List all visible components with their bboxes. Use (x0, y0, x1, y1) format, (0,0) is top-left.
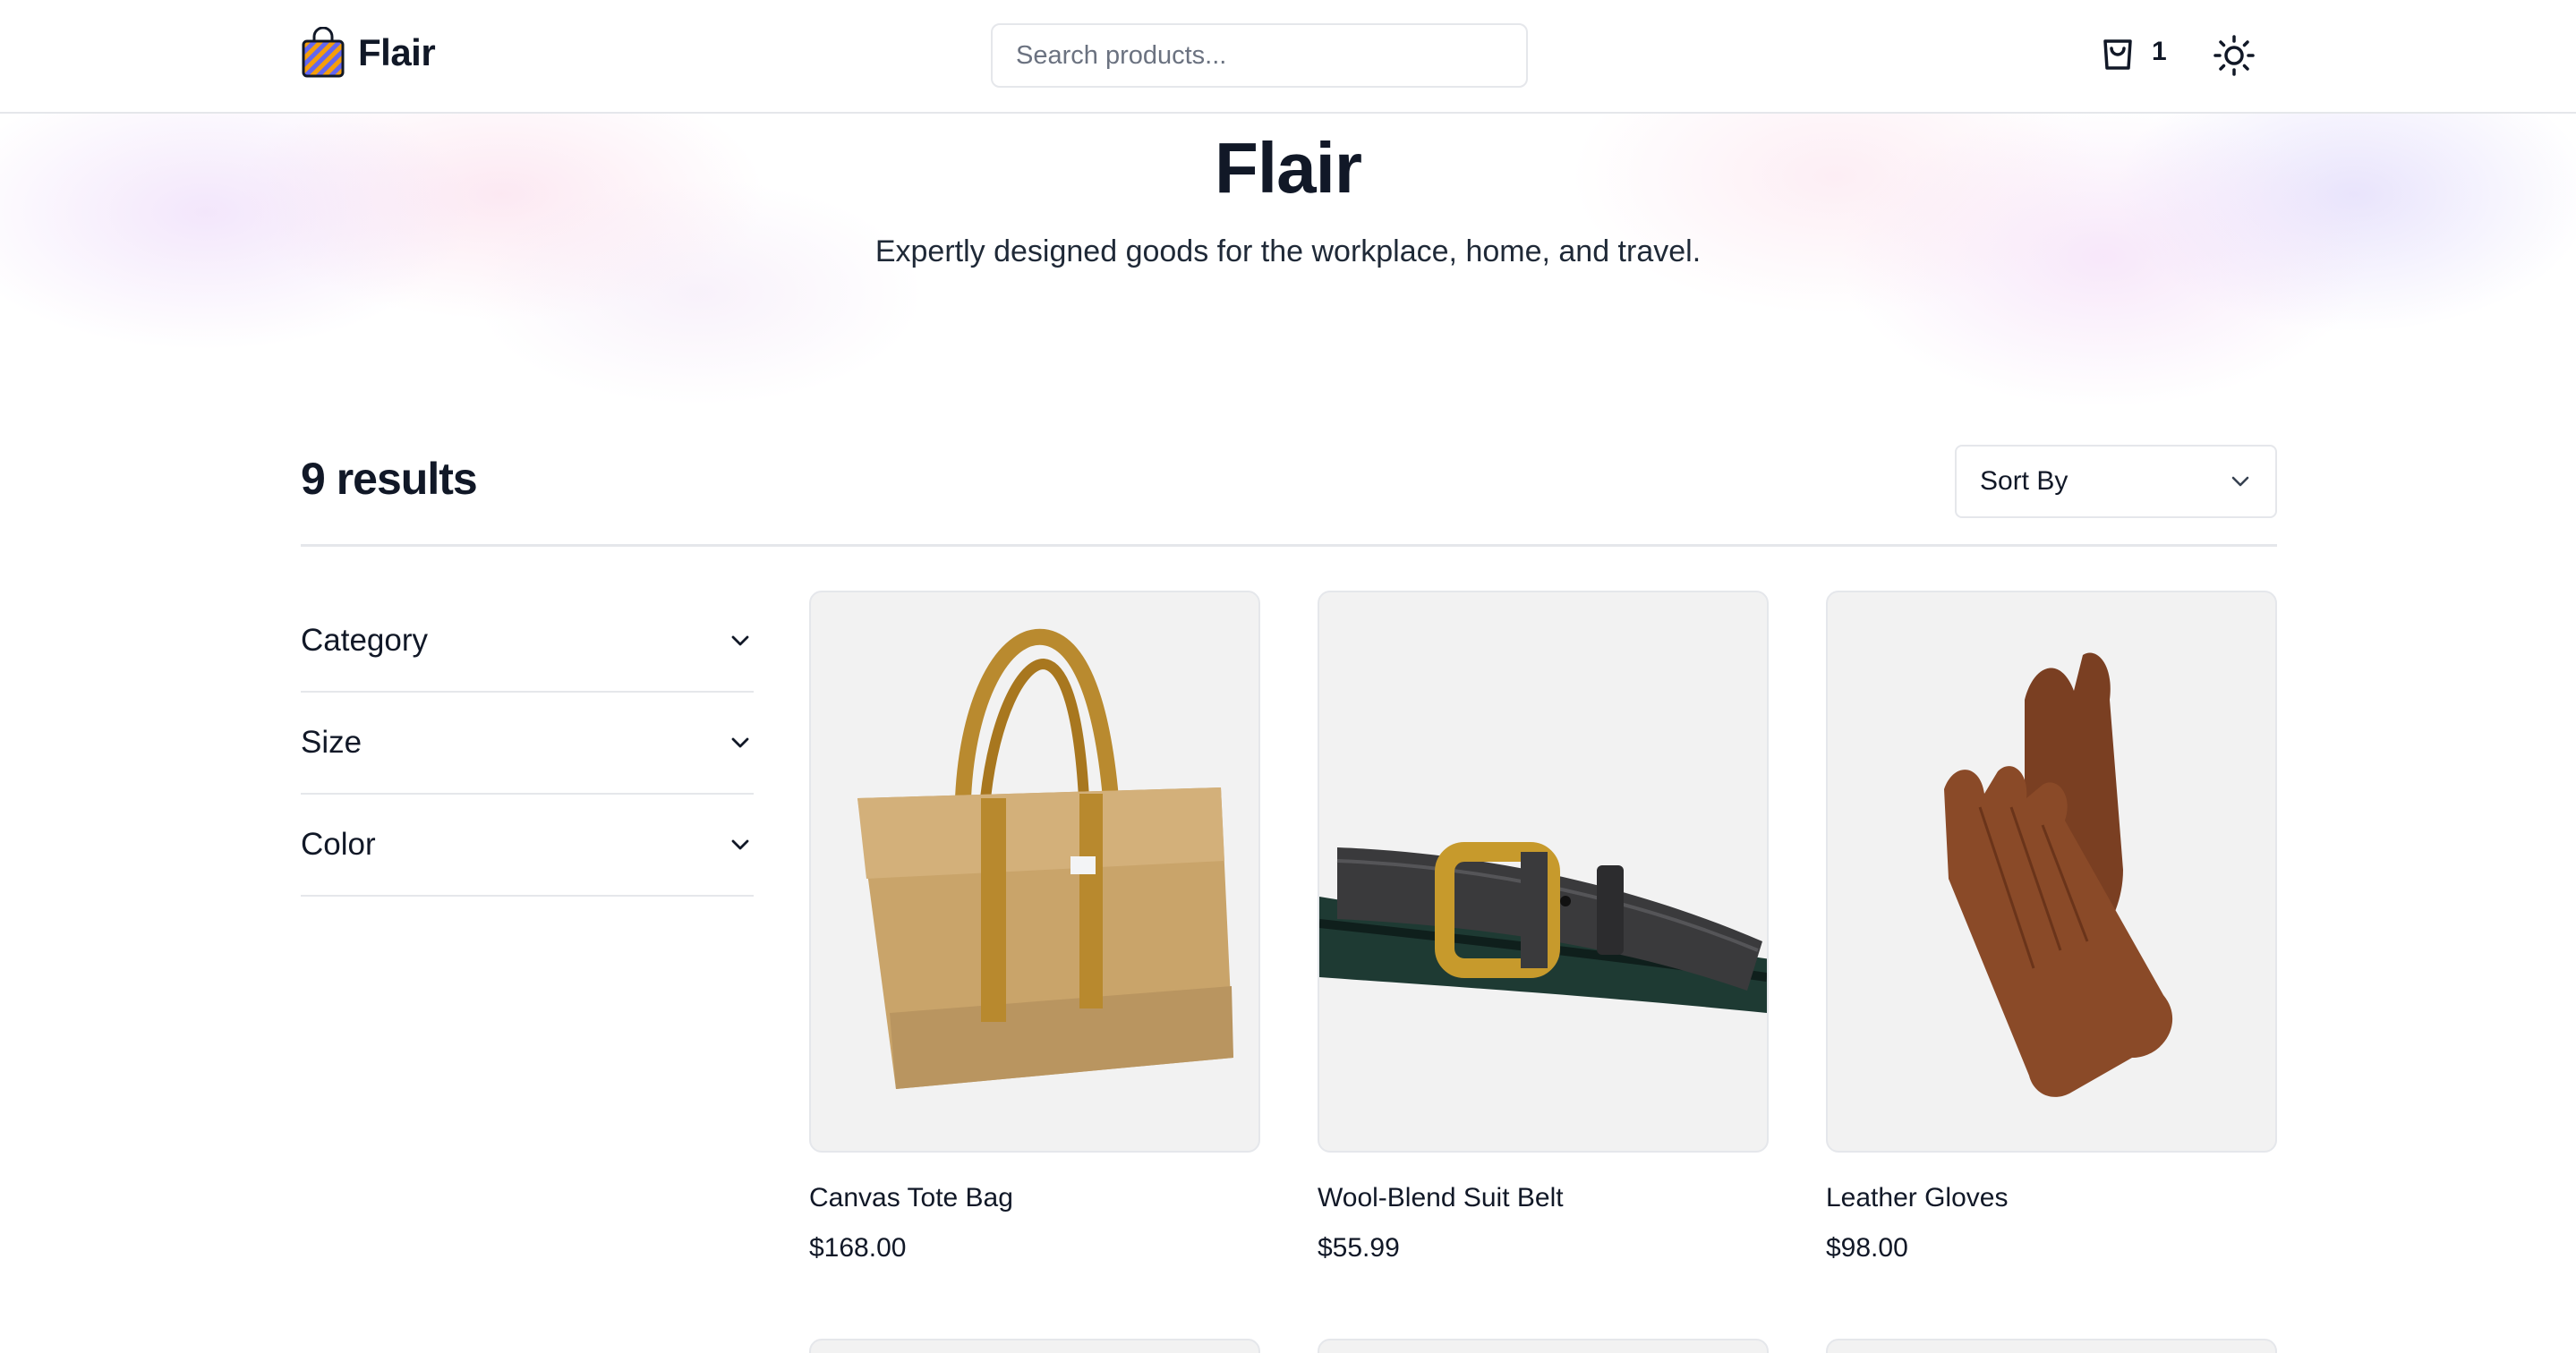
product-price: $55.99 (1318, 1233, 1400, 1263)
filter-label: Size (301, 725, 363, 760)
filter-category[interactable]: Category (301, 591, 754, 693)
product-card-next-row[interactable] (1318, 1339, 1769, 1353)
product-card-next-row[interactable] (809, 1339, 1260, 1353)
gloves-image (1944, 652, 2173, 1097)
product-image-wool-blend-suit-belt (1318, 591, 1769, 1153)
belt-image (1319, 842, 1767, 1013)
chevron-down-icon (2231, 476, 2249, 487)
sun-icon (2213, 35, 2255, 76)
product-price: $98.00 (1826, 1233, 1908, 1263)
filter-label: Category (301, 623, 429, 658)
cart-count: 1 (2152, 37, 2167, 66)
product-card[interactable]: Leather Gloves $98.00 (1826, 591, 2277, 1264)
product-name: Leather Gloves (1826, 1183, 2009, 1213)
cart-icon (2103, 39, 2132, 70)
filter-size[interactable]: Size (301, 693, 754, 795)
hero-title: Flair (1215, 128, 1362, 208)
logo-text: Flair (358, 31, 436, 73)
product-image-canvas-tote-bag (809, 591, 1260, 1153)
chevron-down-icon (731, 737, 749, 748)
site-header: Flair 1 (0, 0, 2576, 114)
product-card[interactable]: Wool-Blend Suit Belt $55.99 (1318, 591, 1769, 1264)
sort-dropdown[interactable]: Sort By (1955, 445, 2277, 518)
filter-label: Color (301, 827, 376, 862)
tote-bag-image (857, 628, 1233, 1089)
shopping-bag-icon (302, 27, 345, 78)
filter-sidebar: Category Size Color (301, 591, 754, 897)
chevron-down-icon (731, 635, 749, 646)
product-card[interactable]: Canvas Tote Bag $168.00 (809, 591, 1260, 1264)
cart-button[interactable]: 1 (2100, 32, 2167, 72)
logo-link[interactable]: Flair (301, 27, 436, 79)
product-price: $168.00 (809, 1233, 907, 1263)
product-name: Wool-Blend Suit Belt (1318, 1183, 1564, 1213)
filter-color[interactable]: Color (301, 795, 754, 897)
product-card-next-row[interactable] (1826, 1339, 2277, 1353)
results-divider (301, 544, 2277, 547)
search-input[interactable] (991, 23, 1528, 88)
product-image-leather-gloves (1826, 591, 2277, 1153)
hero-subtitle: Expertly designed goods for the workplac… (874, 234, 1702, 268)
sort-label: Sort By (1980, 466, 2068, 496)
results-count: 9 results (301, 454, 478, 504)
theme-toggle-button[interactable] (2211, 32, 2257, 79)
chevron-down-icon (731, 839, 749, 850)
product-name: Canvas Tote Bag (809, 1183, 1013, 1213)
